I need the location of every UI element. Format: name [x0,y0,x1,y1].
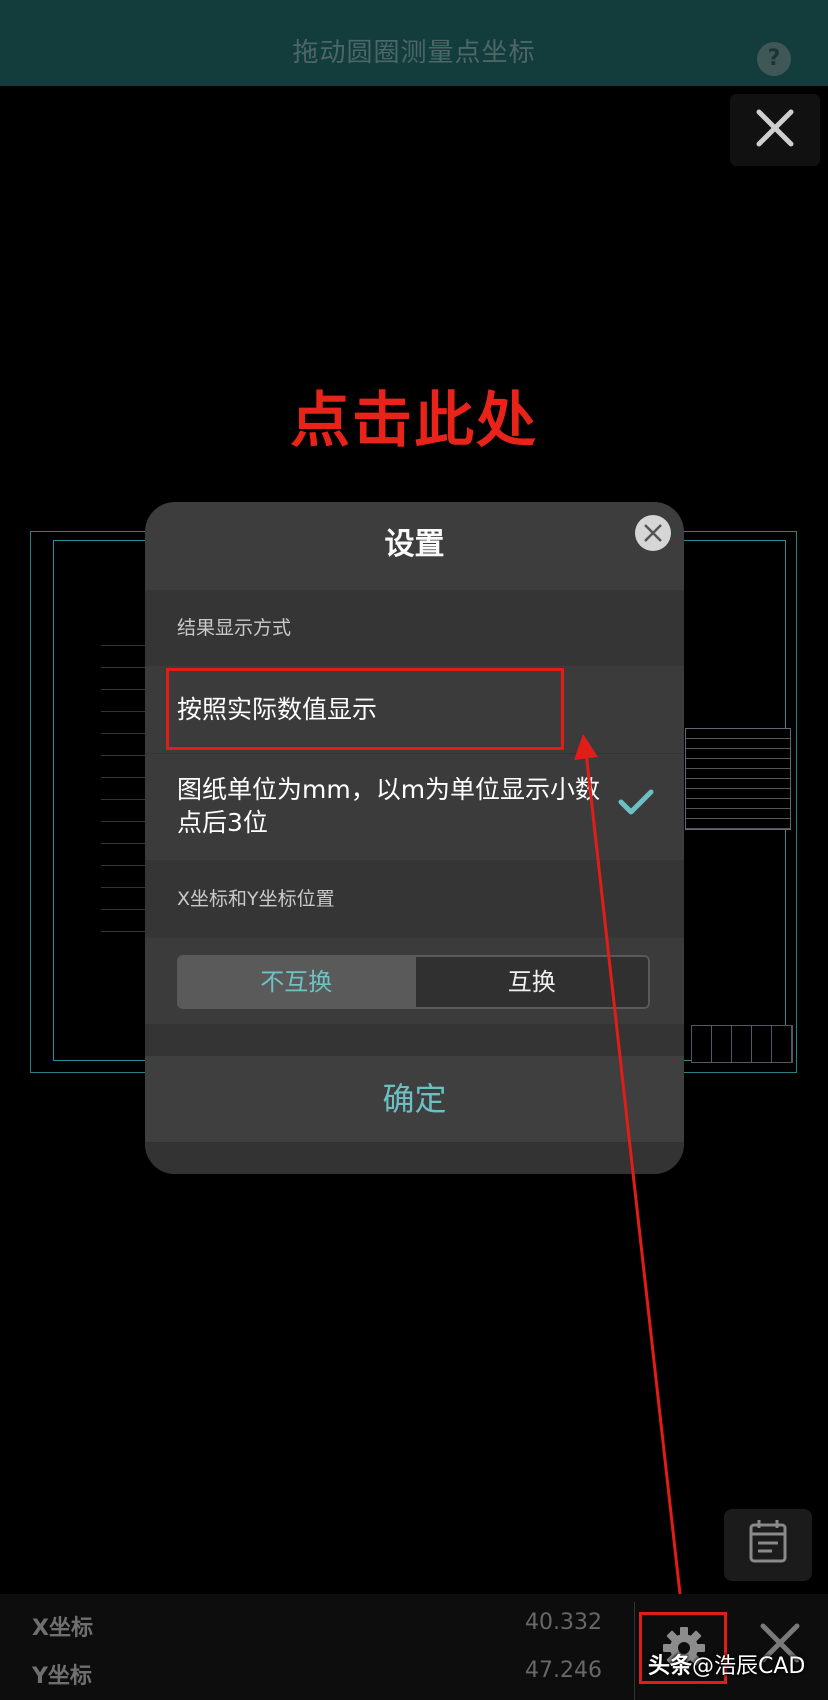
page-title: 拖动圆圈测量点坐标 [292,38,536,68]
xy-swap-segmented-control: 不互换 互换 [177,955,650,1009]
notes-icon [749,1520,787,1563]
watermark-brand: 头条 [648,1654,693,1679]
annotation-click-here: 点击此处 [290,386,538,456]
notes-button[interactable] [724,1509,812,1581]
section-display-mode: 结果显示方式 [145,590,684,666]
close-icon [756,109,794,147]
spacer [145,1142,684,1174]
annotation-highlight-option [166,668,564,750]
segment-swap[interactable]: 互换 [413,957,648,1007]
x-coordinate-value: 40.332 [525,1610,602,1635]
x-coordinate-label: X坐标 [32,1616,93,1641]
close-icon [644,524,662,542]
close-measure-button[interactable] [730,94,820,166]
divider [634,1602,635,1700]
option-mm-to-m[interactable]: 图纸单位为mm，以m为单位显示小数点后3位 [145,754,684,859]
drawing-table [685,728,791,830]
y-coordinate-value: 47.246 [525,1658,602,1683]
drawing-title-block [691,1025,793,1063]
dialog-close-button[interactable] [635,515,671,551]
option-mm-to-m-label: 图纸单位为mm，以m为单位显示小数点后3位 [177,775,601,837]
segment-container: 不互换 互换 [145,939,684,1024]
segment-no-swap[interactable]: 不互换 [179,957,414,1007]
confirm-button[interactable]: 确定 [145,1056,684,1142]
checkmark-icon [618,789,654,815]
y-coordinate-label: Y坐标 [32,1664,92,1689]
top-bar: 拖动圆圈测量点坐标 ? [0,0,828,86]
watermark-account: @浩辰CAD [692,1654,806,1679]
dialog-title: 设置 [384,527,445,562]
settings-dialog: 设置 结果显示方式 按照实际数值显示 图纸单位为mm，以m为单位显示小数点后3位… [145,502,684,1174]
watermark: 头条@浩辰CAD [648,1648,805,1680]
spacer [145,1024,684,1056]
help-icon[interactable]: ? [757,42,791,76]
section-xy-position: X坐标和Y坐标位置 [145,860,684,938]
